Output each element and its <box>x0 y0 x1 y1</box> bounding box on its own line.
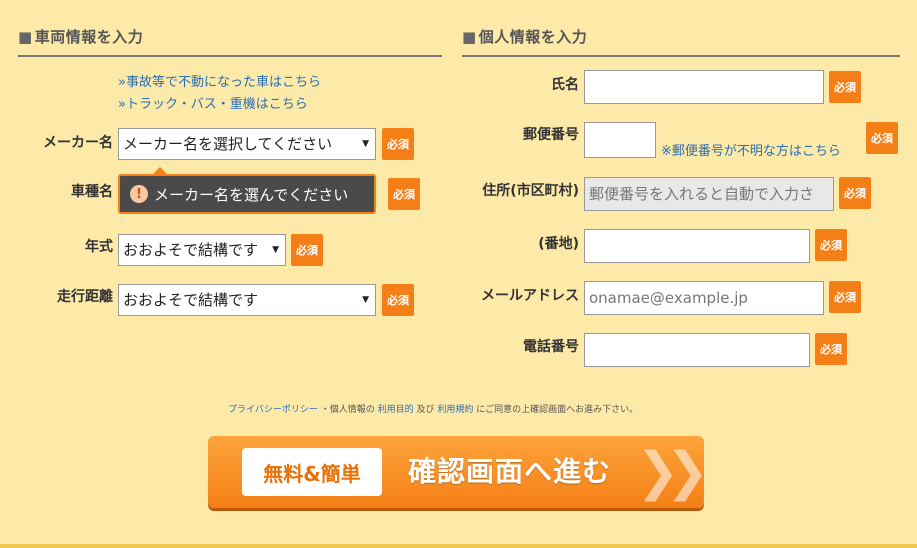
zip-input[interactable] <box>584 122 656 158</box>
zip-required-badge: 必須 <box>866 122 898 154</box>
maker-required-badge: 必須 <box>382 128 414 160</box>
maker-label: メーカー名 <box>43 135 113 151</box>
email-input[interactable] <box>584 281 824 315</box>
warning-icon: ! <box>130 185 148 203</box>
accident-car-link[interactable]: »事故等で不動になった車はこちら <box>118 71 321 90</box>
banchi-label: (番地) <box>538 236 579 252</box>
privacy-policy-link[interactable]: プライバシーポリシー <box>228 405 318 415</box>
phone-label: 電話番号 <box>523 339 579 355</box>
address-input[interactable] <box>584 177 834 211</box>
mileage-select[interactable]: おおよそで結構です ▼ <box>118 284 376 316</box>
maker-select[interactable]: メーカー名を選択してください ▼ <box>118 128 376 160</box>
phone-input[interactable] <box>584 333 810 367</box>
name-input[interactable] <box>584 70 824 104</box>
zip-label: 郵便番号 <box>523 127 579 143</box>
year-label: 年式 <box>85 239 113 255</box>
vehicle-section-title: ■ 車両情報を入力 <box>18 26 442 57</box>
truck-bus-link[interactable]: »トラック・バス・重機はこちら <box>118 93 308 112</box>
privacy-notice: プライバシーポリシー ・個人情報の 利用目的 及び 利用規約 にご同意の上確認画… <box>228 405 639 415</box>
free-easy-badge: 無料&簡単 <box>242 448 382 496</box>
chevron-right-icon: ❯❯❯ <box>636 442 704 502</box>
phone-required-badge: 必須 <box>815 333 847 365</box>
model-label: 車種名 <box>71 184 113 200</box>
mileage-label: 走行距離 <box>57 289 113 305</box>
tooltip-caret <box>152 167 168 175</box>
address-label: 住所(市区町村) <box>482 183 579 199</box>
terms-link[interactable]: 利用規約 <box>437 405 473 415</box>
name-label: 氏名 <box>551 77 579 93</box>
email-required-badge: 必須 <box>829 281 861 313</box>
address-required-badge: 必須 <box>839 177 871 209</box>
banchi-input[interactable] <box>584 229 810 263</box>
bottom-divider <box>0 544 917 548</box>
personal-section-title: ■ 個人情報を入力 <box>462 26 900 57</box>
confirm-button[interactable]: 無料&簡単 確認画面へ進む ❯❯❯ <box>208 436 704 508</box>
section-square-icon: ■ <box>18 28 33 46</box>
year-select[interactable]: おおよそで結構です ▼ <box>118 234 286 266</box>
email-label: メールアドレス <box>481 288 579 304</box>
chevron-down-icon: ▼ <box>362 139 369 149</box>
usage-purpose-link[interactable]: 利用目的 <box>378 405 414 415</box>
confirm-button-label: 確認画面へ進む <box>408 455 612 488</box>
zip-unknown-link[interactable]: ※郵便番号が不明な方はこちら <box>661 140 841 159</box>
mileage-required-badge: 必須 <box>382 284 414 316</box>
model-error-tooltip: ! メーカー名を選んでください <box>118 167 376 214</box>
banchi-required-badge: 必須 <box>815 229 847 261</box>
section-square-icon: ■ <box>462 28 477 46</box>
model-required-badge: 必須 <box>388 178 420 210</box>
name-required-badge: 必須 <box>829 71 861 103</box>
chevron-down-icon: ▼ <box>272 245 279 255</box>
chevron-down-icon: ▼ <box>362 295 369 305</box>
year-required-badge: 必須 <box>291 234 323 266</box>
